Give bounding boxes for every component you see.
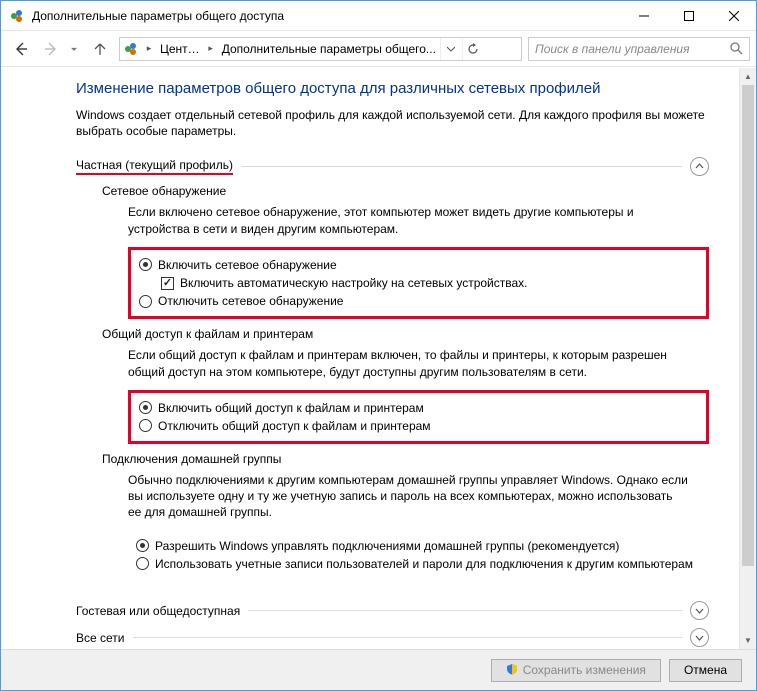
search-box[interactable] — [528, 37, 750, 61]
scroll-thumb[interactable] — [742, 85, 754, 566]
cancel-button-label: Отмена — [684, 663, 727, 677]
network-discovery-options: Включить сетевое обнаружение Включить ав… — [128, 247, 709, 320]
radio-label: Включить сетевое обнаружение — [158, 257, 337, 273]
navigation-bar: 🞃 ▸ Цент… ▸ Дополнительные параметры общ… — [1, 31, 756, 67]
checkbox-auto-setup[interactable]: Включить автоматическую настройку на сет… — [139, 274, 698, 292]
scroll-track[interactable] — [740, 85, 756, 632]
section-divider — [133, 637, 683, 638]
section-private[interactable]: Частная (текущий профиль) — [76, 157, 709, 176]
radio-icon — [139, 419, 152, 432]
minimize-button[interactable] — [621, 1, 666, 30]
homegroup-options: Разрешить Windows управлять подключениям… — [128, 531, 709, 579]
control-panel-icon — [120, 42, 142, 56]
section-all-networks-title: Все сети — [76, 631, 125, 645]
address-bar[interactable]: ▸ Цент… ▸ Дополнительные параметры общег… — [119, 37, 522, 61]
radio-icon — [139, 258, 152, 271]
breadcrumb-current[interactable]: Дополнительные параметры общего... — [218, 38, 440, 60]
radio-discovery-off[interactable]: Отключить сетевое обнаружение — [139, 292, 698, 310]
breadcrumb-control-panel[interactable]: Цент… — [156, 38, 204, 60]
section-divider — [241, 166, 682, 167]
expand-icon[interactable] — [690, 628, 709, 647]
radio-homegroup-windows[interactable]: Разрешить Windows управлять подключениям… — [136, 537, 701, 555]
window-title: Дополнительные параметры общего доступа — [32, 9, 621, 23]
scroll-down-icon[interactable]: ▼ — [740, 632, 756, 649]
section-guest-title: Гостевая или общедоступная — [76, 604, 240, 618]
radio-label: Отключить сетевое обнаружение — [158, 293, 343, 309]
address-dropdown-icon[interactable] — [440, 38, 462, 60]
breadcrumb-separator-icon[interactable]: ▸ — [142, 43, 156, 54]
radio-icon — [136, 539, 149, 552]
page-description: Windows создает отдельный сетевой профил… — [76, 107, 709, 139]
maximize-button[interactable] — [666, 1, 711, 30]
section-private-title: Частная (текущий профиль) — [76, 158, 233, 175]
content-area: Изменение параметров общего доступа для … — [1, 68, 739, 649]
bottom-toolbar: Сохранить изменения Отмена — [1, 649, 756, 690]
window-titlebar: Дополнительные параметры общего доступа — [1, 1, 756, 31]
app-icon — [9, 8, 25, 24]
section-private-body: Сетевое обнаружение Если включено сетево… — [76, 184, 709, 597]
page-heading: Изменение параметров общего доступа для … — [76, 80, 709, 97]
section-divider — [248, 610, 682, 611]
network-discovery-desc: Если включено сетевое обнаружение, этот … — [128, 204, 688, 236]
radio-homegroup-user[interactable]: Использовать учетные записи пользователе… — [136, 555, 701, 573]
radio-fileshare-on[interactable]: Включить общий доступ к файлам и принтер… — [139, 399, 698, 417]
radio-label: Отключить общий доступ к файлам и принте… — [158, 418, 431, 434]
save-button[interactable]: Сохранить изменения — [491, 659, 661, 682]
radio-label: Использовать учетные записи пользователе… — [155, 556, 693, 572]
radio-label: Включить общий доступ к файлам и принтер… — [158, 400, 424, 416]
radio-icon — [139, 401, 152, 414]
checkbox-icon — [161, 277, 174, 290]
file-sharing-heading: Общий доступ к файлам и принтерам — [102, 327, 709, 341]
close-button[interactable] — [711, 1, 756, 30]
search-input[interactable] — [529, 38, 723, 60]
section-guest[interactable]: Гостевая или общедоступная — [76, 601, 709, 620]
file-sharing-desc: Если общий доступ к файлам и принтерам в… — [128, 347, 688, 379]
save-button-label: Сохранить изменения — [523, 663, 646, 677]
expand-icon[interactable] — [690, 601, 709, 620]
search-icon[interactable] — [723, 42, 749, 55]
nav-back-button[interactable] — [7, 35, 35, 63]
network-discovery-heading: Сетевое обнаружение — [102, 184, 709, 198]
radio-discovery-on[interactable]: Включить сетевое обнаружение — [139, 256, 698, 274]
cancel-button[interactable]: Отмена — [669, 659, 742, 682]
refresh-button[interactable] — [462, 38, 484, 60]
scroll-up-icon[interactable]: ▲ — [740, 68, 756, 85]
homegroup-desc: Обычно подключениями к другим компьютера… — [128, 472, 688, 521]
radio-label: Разрешить Windows управлять подключениям… — [155, 538, 619, 554]
section-all-networks[interactable]: Все сети — [76, 628, 709, 647]
checkbox-label: Включить автоматическую настройку на сет… — [180, 275, 528, 291]
nav-up-button[interactable] — [87, 36, 113, 62]
radio-fileshare-off[interactable]: Отключить общий доступ к файлам и принте… — [139, 417, 698, 435]
nav-history-dropdown[interactable]: 🞃 — [67, 43, 81, 54]
file-sharing-options: Включить общий доступ к файлам и принтер… — [128, 390, 709, 444]
shield-icon — [506, 663, 518, 678]
collapse-icon[interactable] — [690, 157, 709, 176]
homegroup-heading: Подключения домашней группы — [102, 452, 709, 466]
radio-icon — [136, 557, 149, 570]
nav-forward-button[interactable] — [37, 35, 65, 63]
vertical-scrollbar[interactable]: ▲ ▼ — [739, 68, 756, 649]
radio-icon — [139, 295, 152, 308]
breadcrumb-separator-icon[interactable]: ▸ — [204, 43, 218, 54]
